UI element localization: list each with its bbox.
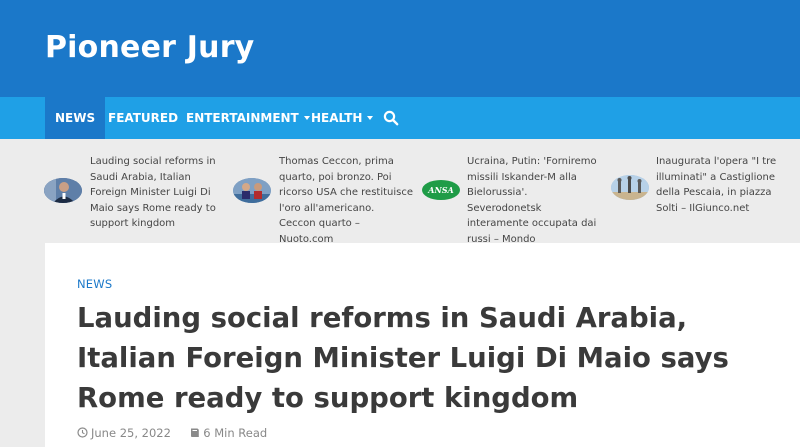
portrait-image (44, 178, 82, 203)
ticker-thumbnail[interactable] (44, 178, 82, 203)
article-read-time: 6 Min Read (203, 425, 268, 440)
ticker-item-text[interactable]: Ucraina, Putin: 'Forniremo missili Iskan… (467, 154, 602, 247)
ticker-item-text[interactable]: Lauding social reforms in Saudi Arabia, … (90, 154, 222, 232)
article-date: June 25, 2022 (91, 425, 171, 440)
article-card: NEWS Lauding social reforms in Saudi Ara… (45, 243, 800, 447)
nav-item-news[interactable]: NEWS (45, 97, 106, 139)
article-headline[interactable]: Lauding social reforms in Saudi Arabia, … (77, 298, 777, 418)
nav-label: NEWS (55, 111, 96, 125)
search-icon[interactable] (383, 110, 399, 126)
nav-item-entertainment[interactable]: ENTERTAINMENT (176, 97, 320, 139)
swimmer-image (233, 178, 271, 203)
site-header: Pioneer Jury (0, 0, 800, 97)
nav-label: HEALTH (311, 111, 363, 125)
nav-label: FEATURED (108, 111, 179, 125)
clock-icon (77, 427, 88, 438)
article-meta: June 25, 2022 6 Min Read (77, 425, 267, 440)
ticker-item-text[interactable]: Inaugurata l'opera "I tre illuminati" a … (656, 154, 796, 216)
nav-label: ENTERTAINMENT (186, 111, 299, 125)
ansa-logo: ANSA (428, 185, 454, 195)
nav-item-featured[interactable]: FEATURED (98, 97, 188, 139)
sculpture-image (611, 175, 649, 200)
ticker-thumbnail[interactable]: ANSA (422, 180, 460, 200)
article-category[interactable]: NEWS (77, 277, 112, 291)
main-nav: NEWS FEATURED ENTERTAINMENT HEALTH (0, 97, 800, 139)
nav-item-health[interactable]: HEALTH (301, 97, 383, 139)
ticker-thumbnail[interactable] (233, 178, 271, 203)
ticker-item-text[interactable]: Thomas Ceccon, prima quarto, poi bronzo.… (279, 154, 414, 247)
site-title[interactable]: Pioneer Jury (45, 30, 254, 65)
book-icon (191, 428, 200, 437)
chevron-down-icon (367, 115, 374, 120)
news-ticker: Lauding social reforms in Saudi Arabia, … (0, 139, 800, 245)
ticker-thumbnail[interactable] (611, 175, 649, 200)
